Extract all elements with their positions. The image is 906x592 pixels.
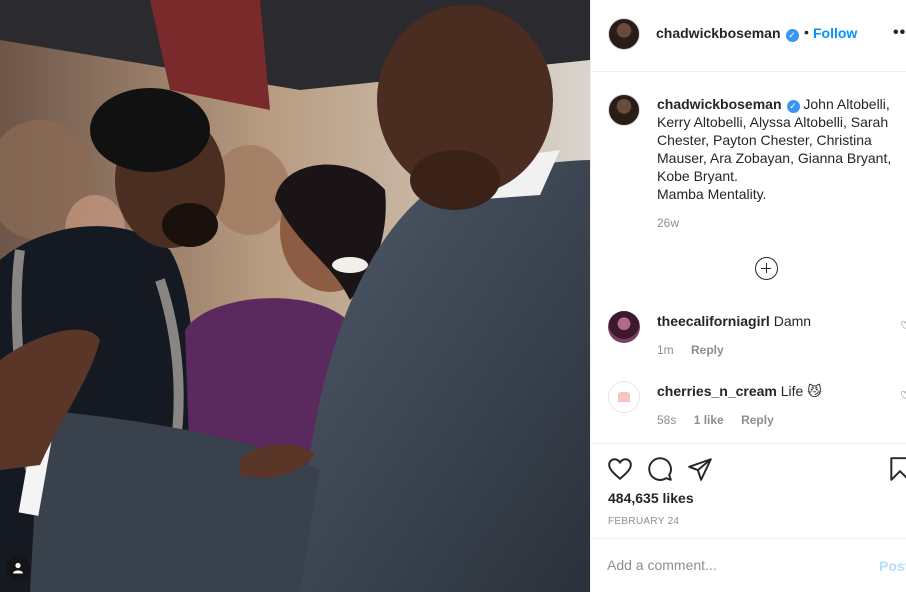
post-date[interactable]: FEBRUARY 24 (608, 516, 679, 527)
heart-icon[interactable] (607, 456, 633, 482)
post-image (0, 0, 590, 592)
reply-button[interactable]: Reply (691, 343, 724, 357)
caption-avatar[interactable] (608, 94, 640, 126)
header-username[interactable]: chadwickboseman ✓ (656, 25, 799, 42)
post-button[interactable]: Post (879, 558, 906, 574)
follow-button[interactable]: Follow (813, 25, 857, 41)
post-header: chadwickboseman ✓ • Follow ••• (591, 0, 906, 72)
avatar[interactable] (608, 311, 640, 343)
person-glyph (13, 562, 23, 574)
likes-count[interactable]: 484,635 likes (608, 490, 694, 506)
plus-circle-icon[interactable] (755, 257, 778, 280)
comment-username[interactable]: cherries_n_cream (657, 383, 777, 399)
comment-bubble-icon[interactable] (647, 456, 673, 482)
comment-time[interactable]: 58s (657, 413, 676, 427)
user-tag-icon[interactable] (6, 556, 30, 580)
separator-dot: • (804, 24, 809, 40)
caption-body-line2: Mamba Mentality. (657, 186, 767, 202)
more-options-icon[interactable]: ••• (893, 24, 906, 42)
comment-meta: 1m Reply (657, 343, 738, 357)
caption-text: chadwickboseman ✓ John Altobelli, Kerry A… (657, 95, 905, 203)
username-text[interactable]: chadwickboseman (656, 25, 781, 41)
paper-plane-icon[interactable] (687, 456, 713, 482)
reply-button[interactable]: Reply (741, 413, 774, 427)
comment-likes[interactable]: 1 like (694, 413, 724, 427)
comment-username[interactable]: theecaliforniagirl (657, 313, 770, 329)
post-photo[interactable] (0, 0, 590, 592)
bookmark-icon[interactable] (887, 456, 906, 482)
verified-badge-icon: ✓ (786, 100, 800, 113)
action-bar: 484,635 likes FEBRUARY 24 (591, 443, 906, 538)
comment-input[interactable] (607, 553, 867, 577)
heart-icon[interactable]: ♡ (900, 319, 906, 332)
verified-badge-icon: ✓ (785, 29, 799, 42)
comment-time[interactable]: 1m (657, 343, 674, 357)
avatar[interactable] (608, 381, 640, 413)
comment-line: cherries_n_cream Life 😼 (657, 383, 822, 400)
heart-icon[interactable]: ♡ (900, 389, 906, 402)
add-comment-bar: Post (591, 538, 906, 592)
caption-username[interactable]: chadwickboseman (657, 96, 782, 112)
comment-text: Damn (773, 313, 812, 329)
comment-line: theecaliforniagirl Damn (657, 313, 811, 329)
avatar[interactable] (608, 18, 640, 50)
post-sidebar: chadwickboseman ✓ • Follow ••• chadwickbo… (590, 0, 906, 592)
caption-timestamp[interactable]: 26w (657, 216, 679, 230)
comment-meta: 58s 1 like Reply (657, 413, 788, 427)
comment-text: Life 😼 (780, 383, 822, 399)
